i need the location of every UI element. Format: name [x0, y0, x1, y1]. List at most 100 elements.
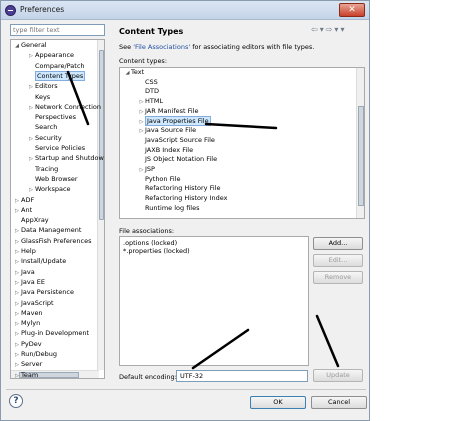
tree-item[interactable]: AppXray: [13, 215, 49, 225]
collapsed-arrow-icon[interactable]: ▷: [138, 118, 145, 127]
tree-item-label: PyDev: [21, 339, 42, 348]
tree-item-label: Run/Debug: [21, 350, 58, 358]
tree-item[interactable]: Perspectives: [27, 112, 76, 122]
tree-item[interactable]: ▷ Startup and Shutdown: [27, 153, 104, 163]
content-type-item-label: Runtime log files: [145, 203, 200, 212]
eclipse-icon: [5, 5, 16, 16]
content-type-item[interactable]: DTD: [138, 87, 159, 96]
collapsed-arrow-icon[interactable]: ▷: [138, 98, 145, 107]
tree-item[interactable]: ▷ GlassFish Preferences: [13, 236, 91, 246]
tree-item[interactable]: Keys: [27, 92, 50, 102]
content-type-item[interactable]: CSS: [138, 78, 158, 87]
content-type-item-label: CSS: [145, 77, 158, 86]
edit-button[interactable]: Edit...: [313, 254, 363, 267]
tree-item[interactable]: ▷ ADF: [13, 195, 34, 205]
file-associations-label: File associations:: [119, 227, 175, 235]
tree-item[interactable]: Service Policies: [27, 143, 85, 153]
tree-item[interactable]: ▷ Run/Debug: [13, 349, 57, 359]
ok-button[interactable]: OK: [250, 396, 306, 409]
tree-item-label: Appearance: [35, 51, 75, 60]
tree-item[interactable]: Tracing: [27, 164, 58, 174]
tree-item-label: Java: [21, 267, 35, 276]
tree-item[interactable]: Web Browser: [27, 174, 78, 184]
tree-item[interactable]: ▷ Ant: [13, 205, 32, 215]
tree-item[interactable]: ▷ Network Connection: [27, 102, 101, 112]
tree-item[interactable]: ▷ Java EE: [13, 277, 45, 287]
tree-scroll-thumb[interactable]: [99, 50, 104, 220]
tree-item[interactable]: ▷ Mylyn: [13, 318, 40, 328]
content-type-item[interactable]: ▷ Java Source File: [138, 126, 197, 136]
content-type-item[interactable]: Refactoring History Index: [138, 194, 227, 203]
content-types-scroll-thumb[interactable]: [358, 106, 364, 206]
file-associations-link[interactable]: 'File Associations': [133, 43, 190, 51]
footer-divider: [6, 389, 366, 390]
content-type-item[interactable]: ▷ HTML: [138, 97, 164, 107]
tree-item[interactable]: Search: [27, 122, 57, 132]
content-type-item[interactable]: ▷ JAR Manifest File: [138, 107, 199, 116]
add-button[interactable]: Add...: [313, 237, 363, 250]
tree-item[interactable]: ▷ Team: [13, 370, 38, 378]
collapsed-arrow-icon[interactable]: ▷: [13, 371, 21, 378]
collapsed-arrow-icon[interactable]: ▷: [138, 127, 145, 136]
forward-arrow-icon[interactable]: ⇨: [326, 25, 335, 34]
collapsed-arrow-icon[interactable]: ▷: [138, 108, 145, 117]
tree-item-label: Java EE: [21, 277, 46, 286]
default-encoding-input[interactable]: UTF-32: [176, 370, 308, 382]
tree-item[interactable]: Compare/Patch: [27, 61, 85, 71]
tree-item-label: Server: [21, 360, 43, 369]
collapsed-arrow-icon[interactable]: ▷: [138, 166, 145, 175]
tree-item[interactable]: ▷ Data Management: [13, 225, 81, 235]
file-association-item[interactable]: *.properties (locked): [123, 247, 190, 256]
tree-item-label: Workspace: [35, 185, 71, 194]
tree-item-label: Compare/Patch: [35, 61, 85, 70]
tree-item[interactable]: ▷ Editors: [27, 81, 58, 91]
tree-item[interactable]: Content Types: [27, 70, 86, 81]
content-type-item[interactable]: JS Object Notation File: [138, 155, 217, 164]
tree-item[interactable]: ▷ Java: [13, 267, 35, 277]
tree-item[interactable]: ▷ JavaScript: [13, 298, 54, 308]
file-associations-list[interactable]: .options (locked) *.properties (locked): [119, 236, 309, 366]
help-icon[interactable]: ?: [9, 394, 23, 408]
content-types-tree[interactable]: ◢ Text CSS DTD ▷ HTML ▷ JAR Manifest File ▷ Java …: [119, 67, 365, 219]
cancel-button[interactable]: Cancel: [311, 396, 367, 409]
content-types-label: Content types:: [119, 57, 168, 65]
tree-item[interactable]: ▷ Server: [13, 359, 42, 369]
preferences-window: Preferences ✕ ◢General▷AppearanceCompare…: [0, 0, 370, 421]
content-type-item[interactable]: Refactoring History File: [138, 184, 220, 193]
tree-item-label: Content Types: [35, 70, 86, 81]
tree-item[interactable]: ◢ General: [13, 40, 47, 50]
remove-button[interactable]: Remove: [313, 271, 363, 284]
content-type-item-label: JAR Manifest File: [145, 106, 199, 115]
content-types-scrollbar[interactable]: [356, 68, 364, 218]
view-menu-icon[interactable]: ▾: [340, 25, 346, 34]
content-type-item[interactable]: ▷ Java Properties File: [138, 115, 211, 127]
tree-item[interactable]: ▷ Workspace: [27, 184, 71, 194]
tree-item-label: Network Connection: [35, 102, 101, 111]
preferences-tree[interactable]: ◢ General ▷ Appearance Compare/Patch Content …: [10, 39, 105, 379]
tree-item[interactable]: ▷ Help: [13, 246, 36, 256]
back-arrow-icon[interactable]: ⇦: [311, 25, 320, 34]
tree-item[interactable]: ▷ Security: [27, 133, 62, 143]
expanded-arrow-icon[interactable]: ◢: [124, 69, 131, 78]
update-button[interactable]: Update: [313, 369, 363, 382]
tree-item[interactable]: ▷ Appearance: [27, 50, 74, 60]
tree-item[interactable]: ▷ Maven: [13, 308, 43, 318]
expanded-arrow-icon[interactable]: ◢: [13, 41, 21, 51]
content-type-item[interactable]: JavaScript Source File: [138, 136, 215, 145]
content-type-item[interactable]: Python File: [138, 175, 180, 184]
tree-item[interactable]: ▷ Install/Update: [13, 256, 66, 266]
tree-item[interactable]: ▷ Java Persistence: [13, 287, 74, 297]
tree-item[interactable]: ▷ PyDev: [13, 339, 42, 349]
content-type-item-label: Java Source File: [145, 126, 197, 135]
tree-item-label: Plug-in Development: [21, 329, 90, 338]
content-type-item[interactable]: ▷ JSP: [138, 165, 155, 174]
content-type-item[interactable]: ◢ Text: [124, 68, 145, 78]
tree-vertical-scrollbar[interactable]: [97, 40, 104, 370]
tree-item-label: Web Browser: [35, 174, 78, 183]
tree-item[interactable]: ▷ Plug-in Development: [13, 328, 89, 338]
filter-input[interactable]: [10, 24, 105, 36]
close-icon[interactable]: ✕: [339, 3, 365, 17]
content-type-item[interactable]: Runtime log files: [138, 204, 199, 213]
tree-item-label: Ant: [21, 205, 33, 214]
content-type-item[interactable]: JAXB Index File: [138, 146, 193, 155]
